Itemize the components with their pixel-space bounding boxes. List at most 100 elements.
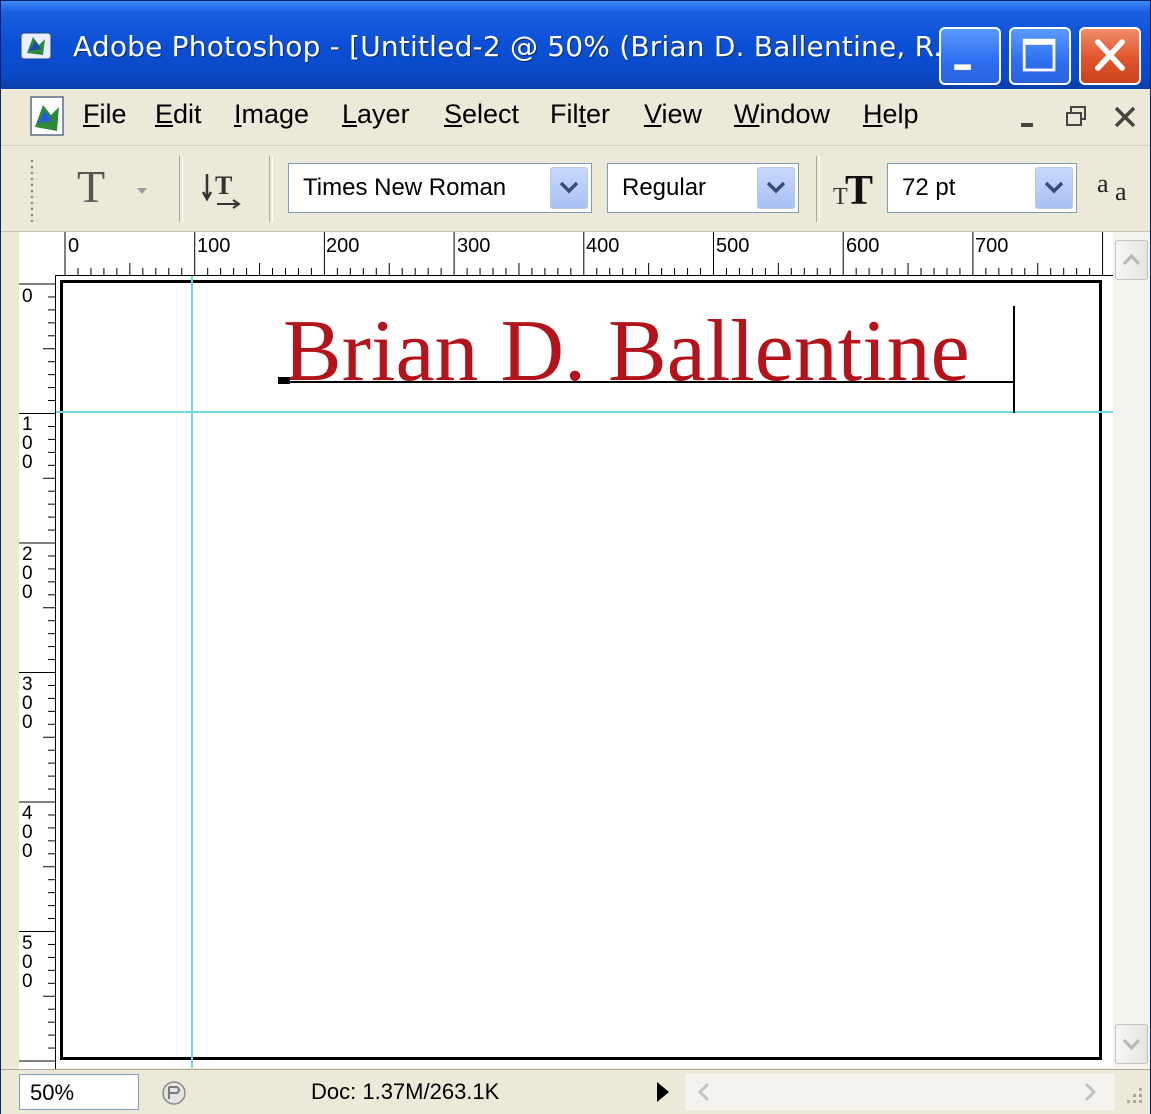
anti-alias-icon[interactable]: a a — [1095, 168, 1141, 208]
ruler-label: 200 — [326, 235, 360, 257]
ruler-label: 400 — [586, 235, 620, 257]
menu-select-accel: S — [444, 99, 463, 129]
title-bar[interactable]: Adobe Photoshop - [Untitled-2 @ 50% (Bri… — [1, 1, 1150, 89]
font-family-dropdown-button[interactable] — [550, 167, 588, 209]
font-style-select[interactable]: Regular — [607, 163, 799, 213]
options-grip[interactable] — [29, 158, 37, 222]
maximize-icon — [1022, 38, 1056, 72]
ruler-label: 700 — [975, 235, 1009, 257]
menu-layer-accel: L — [342, 99, 358, 129]
menu-select-label: elect — [462, 99, 520, 129]
menu-window-label: indow — [759, 99, 831, 129]
font-size-icon: T T — [833, 168, 873, 214]
window-title: Adobe Photoshop - [Untitled-2 @ 50% (Bri… — [73, 30, 961, 63]
horizontal-ruler-ticks — [64, 232, 1104, 275]
status-info-icon[interactable] — [159, 1078, 189, 1108]
text-anchor-point — [278, 377, 290, 384]
ruler-label: 200 — [22, 544, 33, 603]
menu-filter-prefix: Fil — [550, 99, 579, 129]
zoom-value: 50% — [30, 1080, 75, 1105]
scroll-down-button[interactable] — [1115, 1024, 1148, 1064]
vertical-guide[interactable] — [191, 276, 193, 1068]
svg-text:a: a — [1097, 169, 1109, 198]
scroll-right-icon[interactable] — [1075, 1076, 1105, 1108]
menu-image-label: mage — [241, 99, 310, 129]
separator — [816, 156, 820, 222]
menu-layer[interactable]: Layer — [342, 99, 410, 130]
menu-edit-label: dit — [173, 99, 202, 129]
font-style-value: Regular — [622, 174, 707, 201]
ruler-label: 100 — [22, 414, 33, 473]
menu-file-accel: F — [83, 99, 100, 129]
menu-file[interactable]: File — [83, 99, 127, 130]
menu-view-label: iew — [661, 99, 703, 129]
font-style-dropdown-button[interactable] — [757, 167, 795, 209]
scroll-up-button[interactable] — [1115, 240, 1148, 280]
minimize-button[interactable] — [939, 27, 1001, 85]
horizontal-ruler[interactable]: 0 100 200 300 400 500 600 700 — [19, 232, 1113, 276]
minimize-icon — [954, 64, 971, 70]
document-size-info: Doc: 1.37M/263.1K — [311, 1079, 500, 1104]
menu-help-accel: H — [863, 99, 883, 129]
font-size-dropdown-button[interactable] — [1035, 167, 1073, 209]
ruler-label: 300 — [457, 235, 491, 257]
horizontal-guide[interactable] — [56, 411, 1113, 413]
resize-grip-icon[interactable] — [1121, 1078, 1147, 1108]
canvas-area[interactable]: Brian D. Ballentine — [56, 276, 1113, 1068]
horizontal-scrollbar[interactable] — [685, 1074, 1115, 1110]
status-menu-arrow-icon[interactable] — [651, 1078, 675, 1106]
font-size-select[interactable]: 72 pt — [887, 163, 1077, 213]
menu-view[interactable]: View — [644, 99, 702, 130]
ruler-label: 0 — [22, 286, 33, 307]
doc-close-icon[interactable] — [1109, 101, 1141, 133]
chevron-down-icon — [1044, 181, 1064, 194]
doc-minimize-icon[interactable] — [1013, 101, 1045, 133]
chevron-down-icon — [766, 181, 786, 194]
scroll-left-icon[interactable] — [689, 1076, 719, 1108]
svg-text:T: T — [845, 168, 873, 214]
menu-file-label: ile — [99, 99, 127, 129]
tool-preset-picker[interactable]: T — [71, 160, 161, 216]
close-button[interactable] — [1079, 27, 1141, 85]
menu-help[interactable]: Help — [863, 99, 919, 130]
vertical-scrollbar[interactable] — [1113, 232, 1150, 1069]
separator — [269, 156, 273, 222]
chevron-up-icon — [1122, 253, 1141, 266]
ruler-label: 600 — [846, 235, 880, 257]
text-layer[interactable]: Brian D. Ballentine — [283, 302, 970, 402]
ruler-label: 500 — [22, 933, 33, 992]
text-orientation-icon[interactable]: T — [201, 168, 245, 212]
status-bar: 50% Doc: 1.37M/263.1K — [1, 1069, 1150, 1114]
menu-filter-label: er — [586, 99, 611, 129]
svg-text:T: T — [215, 171, 232, 200]
chevron-down-icon — [137, 188, 147, 194]
menu-window[interactable]: Window — [734, 99, 830, 130]
chevron-down-icon — [1122, 1038, 1141, 1051]
maximize-button[interactable] — [1009, 27, 1071, 85]
ruler-label: 300 — [22, 674, 33, 733]
menu-image-accel: I — [234, 99, 242, 129]
ruler-label: 0 — [68, 235, 80, 257]
font-size-value: 72 pt — [902, 174, 956, 201]
svg-text:a: a — [1115, 177, 1127, 206]
vertical-ruler[interactable]: 0 100 200 300 400 500 — [19, 275, 56, 1069]
font-family-select[interactable]: Times New Roman — [288, 163, 592, 213]
photoshop-window: Adobe Photoshop - [Untitled-2 @ 50% (Bri… — [0, 0, 1151, 1114]
menu-filter-accel: t — [578, 99, 587, 129]
doc-restore-icon[interactable] — [1061, 101, 1093, 133]
close-icon — [1095, 39, 1125, 71]
menu-edit-accel: E — [155, 99, 174, 129]
menu-filter[interactable]: Filter — [550, 99, 610, 130]
chevron-down-icon — [559, 181, 579, 194]
zoom-field[interactable]: 50% — [19, 1074, 139, 1110]
photoshop-app-icon — [20, 32, 52, 60]
text-baseline — [278, 381, 1014, 383]
document-icon[interactable] — [25, 93, 71, 139]
ruler-label: 100 — [197, 235, 231, 257]
menu-image[interactable]: Image — [234, 99, 309, 130]
menu-select[interactable]: Select — [444, 99, 519, 130]
menu-edit[interactable]: Edit — [155, 99, 202, 130]
type-tool-icon: T — [77, 161, 106, 212]
menu-window-accel: W — [734, 99, 760, 129]
separator — [179, 156, 183, 222]
